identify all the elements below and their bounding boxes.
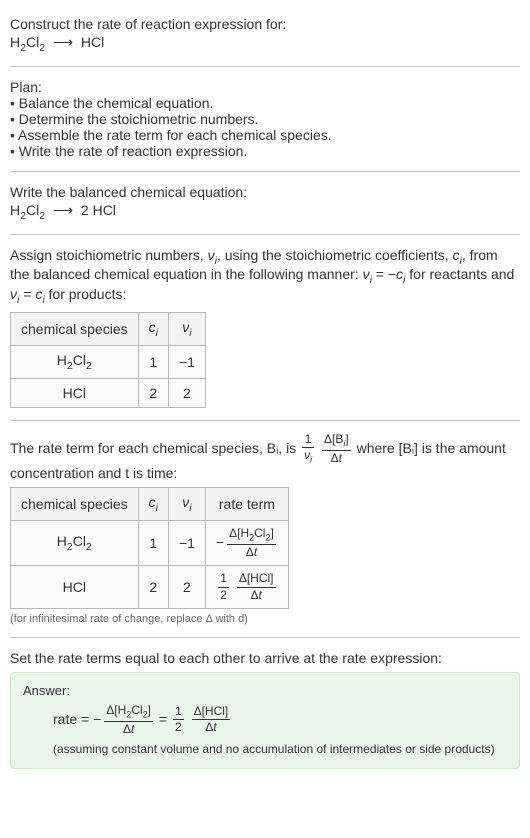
delta-b-over-delta-t: Δ[Bi] Δt bbox=[322, 433, 351, 465]
divider bbox=[10, 420, 520, 421]
cell-ci: 2 bbox=[138, 378, 168, 407]
term-h2cl2: Δ[H2Cl2] Δt bbox=[104, 704, 153, 736]
answer-expression: rate = − Δ[H2Cl2] Δt = 12 Δ[HCl] Δt bbox=[23, 704, 507, 736]
rate-prefix: rate = bbox=[53, 711, 93, 727]
balanced-lhs: H2Cl2 bbox=[10, 202, 45, 218]
col-species: chemical species bbox=[11, 488, 139, 521]
stoich-table: chemical species ci νi H2Cl2 1 −1 HCl 2 … bbox=[10, 312, 206, 408]
table-header-row: chemical species ci νi bbox=[11, 312, 206, 345]
cell-nui: 2 bbox=[168, 566, 205, 608]
answer-assumption: (assuming constant volume and no accumul… bbox=[23, 742, 507, 756]
stoich-block: Assign stoichiometric numbers, νi, using… bbox=[10, 239, 520, 416]
rateterm-table: chemical species ci νi rate term H2Cl2 1… bbox=[10, 487, 289, 609]
plan-item-text: Balance the chemical equation. bbox=[19, 95, 214, 111]
col-nui: νi bbox=[168, 312, 205, 345]
balanced-equation: H2Cl2 ⟶ 2 HCl bbox=[10, 202, 520, 222]
col-species: chemical species bbox=[11, 312, 139, 345]
plan-item-text: Determine the stoichiometric numbers. bbox=[19, 111, 259, 127]
balanced-title: Write the balanced chemical equation: bbox=[10, 184, 520, 200]
col-ci: ci bbox=[138, 488, 168, 521]
cell-species: HCl bbox=[11, 566, 139, 608]
arrow-icon: ⟶ bbox=[49, 202, 77, 219]
cell-nui: −1 bbox=[168, 345, 205, 378]
prompt-text: Construct the rate of reaction expressio… bbox=[10, 16, 520, 32]
divider bbox=[10, 171, 520, 172]
cell-nui: 2 bbox=[168, 378, 205, 407]
plan-item: • Write the rate of reaction expression. bbox=[10, 143, 520, 159]
balanced-block: Write the balanced chemical equation: H2… bbox=[10, 176, 520, 230]
table-row: HCl 2 2 12 Δ[HCl] Δt bbox=[11, 566, 289, 608]
divider bbox=[10, 637, 520, 638]
cell-ci: 1 bbox=[138, 520, 168, 565]
col-nui: νi bbox=[168, 488, 205, 521]
cell-species: H2Cl2 bbox=[11, 520, 139, 565]
term-hcl: Δ[HCl] Δt bbox=[192, 705, 231, 734]
rateterm-note: (for infinitesimal rate of change, repla… bbox=[10, 613, 520, 625]
plan-item: • Assemble the rate term for each chemic… bbox=[10, 127, 520, 143]
table-row: H2Cl2 1 −1 − Δ[H2Cl2] Δt bbox=[11, 520, 289, 565]
divider bbox=[10, 66, 520, 67]
table-row: H2Cl2 1 −1 bbox=[11, 345, 206, 378]
arrow-icon: ⟶ bbox=[49, 34, 77, 51]
table-header-row: chemical species ci νi rate term bbox=[11, 488, 289, 521]
rateterm-intro: The rate term for each chemical species,… bbox=[10, 433, 520, 481]
unbalanced-lhs: H2Cl2 bbox=[10, 34, 45, 50]
plan-item: • Determine the stoichiometric numbers. bbox=[10, 111, 520, 127]
cell-rateterm: − Δ[H2Cl2] Δt bbox=[205, 520, 288, 565]
rateterm-block: The rate term for each chemical species,… bbox=[10, 425, 520, 633]
plan-block: Plan: • Balance the chemical equation. •… bbox=[10, 71, 520, 167]
col-rateterm: rate term bbox=[205, 488, 288, 521]
divider bbox=[10, 234, 520, 235]
cell-rateterm: 12 Δ[HCl] Δt bbox=[205, 566, 288, 608]
plan-item-text: Write the rate of reaction expression. bbox=[19, 143, 248, 159]
rateterm-intro-pre: The rate term for each chemical species,… bbox=[10, 440, 300, 456]
plan-item-text: Assemble the rate term for each chemical… bbox=[18, 127, 332, 143]
cell-ci: 1 bbox=[138, 345, 168, 378]
balanced-rhs: 2 HCl bbox=[81, 202, 116, 218]
cell-ci: 2 bbox=[138, 566, 168, 608]
cell-nui: −1 bbox=[168, 520, 205, 565]
table-row: HCl 2 2 bbox=[11, 378, 206, 407]
answer-label: Answer: bbox=[23, 683, 507, 698]
half-frac: 12 bbox=[173, 705, 184, 734]
prompt-block: Construct the rate of reaction expressio… bbox=[10, 8, 520, 62]
plan-title: Plan: bbox=[10, 79, 520, 95]
unbalanced-rhs: HCl bbox=[81, 34, 104, 50]
setequal-block: Set the rate terms equal to each other t… bbox=[10, 642, 520, 777]
cell-species: H2Cl2 bbox=[11, 345, 139, 378]
cell-species: HCl bbox=[11, 378, 139, 407]
plan-item: • Balance the chemical equation. bbox=[10, 95, 520, 111]
one-over-nu: 1 νi bbox=[302, 433, 314, 465]
answer-box: Answer: rate = − Δ[H2Cl2] Δt = 12 Δ[HCl]… bbox=[10, 672, 520, 769]
setequal-text: Set the rate terms equal to each other t… bbox=[10, 650, 520, 666]
stoich-intro: Assign stoichiometric numbers, νi, using… bbox=[10, 247, 520, 306]
col-ci: ci bbox=[138, 312, 168, 345]
unbalanced-equation: H2Cl2 ⟶ HCl bbox=[10, 34, 520, 54]
